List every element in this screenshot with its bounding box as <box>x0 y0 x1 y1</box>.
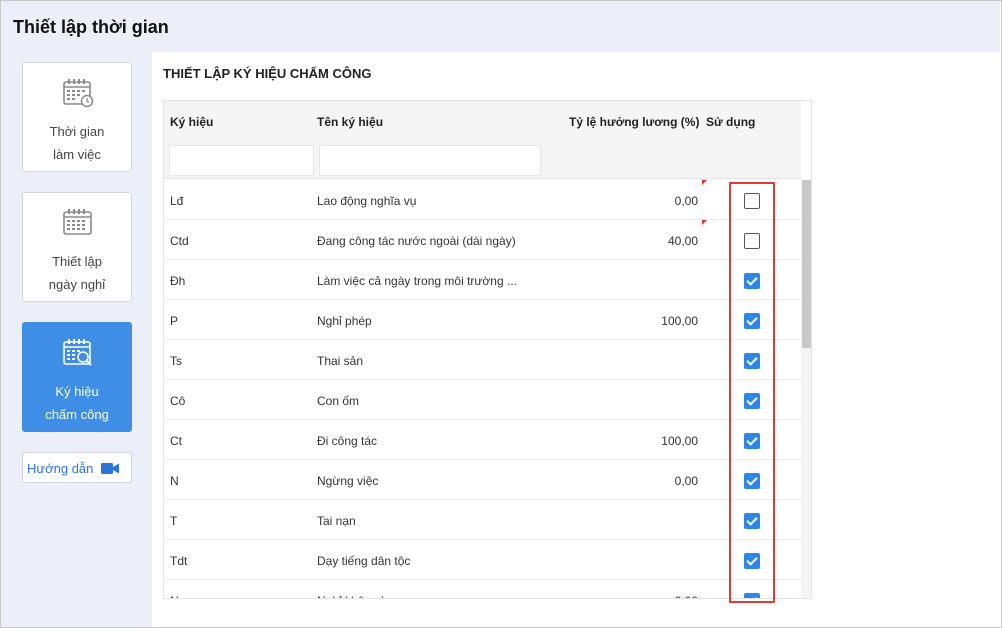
header-scroll-gap <box>801 101 811 179</box>
name-filter-input[interactable] <box>319 145 541 176</box>
table-header: Ký hiệu Tên ký hiệu Tỷ lệ hưởng lương (%… <box>164 101 801 179</box>
table-row[interactable]: Tdt Dạy tiếng dân tộc <box>164 540 801 580</box>
use-checkbox[interactable] <box>744 233 760 249</box>
table-row[interactable]: N Ngừng việc 0,00 <box>164 460 801 500</box>
use-checkbox[interactable] <box>744 353 760 369</box>
table-body: Lđ Lao động nghĩa vụ 0,00 Ctd Đang công tác … <box>164 180 801 598</box>
table-row[interactable]: P Nghỉ phép 100,00 <box>164 300 801 340</box>
use-checkbox[interactable] <box>744 193 760 209</box>
symbol-code: T <box>170 514 178 528</box>
symbol-name: Nghỉ phép <box>317 314 372 328</box>
calendar-icon <box>63 209 92 235</box>
table-row[interactable]: T Tai nạn <box>164 500 801 540</box>
symbol-name: Đi công tác <box>317 434 378 448</box>
table-row[interactable]: Đh Làm việc cả ngày trong môi trường ... <box>164 260 801 300</box>
symbol-name: Ngừng việc <box>317 474 379 488</box>
page-title: Thiết lập thời gian <box>13 17 169 37</box>
sidebar-item-timekeeping-symbols[interactable]: Ký hiệu chấm công <box>22 322 132 432</box>
symbol-name: Tai nạn <box>317 514 356 528</box>
sidebar-item-working-time[interactable]: Thời gian làm việc <box>22 62 132 172</box>
symbol-code: Ct <box>170 434 182 448</box>
calendar-clock-icon <box>63 79 94 108</box>
column-header-use[interactable]: Sử dụng <box>706 115 755 129</box>
symbol-code: Tdt <box>170 554 188 568</box>
symbol-code: Đh <box>170 274 186 288</box>
scrollbar-thumb[interactable] <box>802 180 811 348</box>
symbol-name: Làm việc cả ngày trong môi trường ... <box>317 274 517 288</box>
symbol-name: Thai sản <box>317 354 364 368</box>
pay-rate: 0,00 <box>674 474 698 488</box>
pay-rate: 100,00 <box>661 434 698 448</box>
symbols-table: Ký hiệu Tên ký hiệu Tỷ lệ hưởng lương (%… <box>163 100 812 599</box>
table-row[interactable]: Lđ Lao động nghĩa vụ 0,00 <box>164 180 801 220</box>
table-row[interactable]: Nơ Nghỉ không lương 0,00 <box>164 580 801 598</box>
guide-label: Hướng dẫn <box>27 461 94 476</box>
use-checkbox[interactable] <box>744 473 760 489</box>
symbol-code: Ctd <box>170 234 189 248</box>
symbol-code: Nơ <box>170 594 187 598</box>
edit-marker-icon <box>702 180 707 185</box>
sidebar-item-label: Thời gian làm việc <box>49 124 105 162</box>
pay-rate: 0,00 <box>675 594 698 598</box>
use-checkbox[interactable] <box>744 313 760 329</box>
code-filter-input[interactable] <box>169 145 314 176</box>
sidebar-item-label: Ký hiệu chấm công <box>45 384 109 422</box>
calendar-search-icon <box>63 339 92 366</box>
sidebar-item-label: Thiết lập ngày nghỉ <box>48 254 106 292</box>
symbol-code: Cô <box>170 394 186 408</box>
section-title: THIẾT LẬP KÝ HIỆU CHẤM CÔNG <box>163 66 372 81</box>
column-header-rate[interactable]: Tỷ lệ hưởng lương (%) <box>569 115 699 129</box>
use-checkbox[interactable] <box>744 433 760 449</box>
symbol-name: Dạy tiếng dân tộc <box>317 554 411 568</box>
sidebar-item-day-off-settings[interactable]: Thiết lập ngày nghỉ <box>22 192 132 302</box>
sidebar-divider <box>142 52 152 627</box>
guide-button[interactable]: Hướng dẫn <box>22 452 132 483</box>
column-header-code[interactable]: Ký hiệu <box>170 115 213 129</box>
symbol-code: Ts <box>170 354 182 368</box>
use-checkbox[interactable] <box>744 553 760 569</box>
table-row[interactable]: Ctd Đang công tác nước ngoài (dài ngày) 40… <box>164 220 801 260</box>
use-checkbox[interactable] <box>744 593 760 598</box>
pay-rate: 40,00 <box>667 234 698 248</box>
use-checkbox[interactable] <box>744 273 760 289</box>
use-checkbox[interactable] <box>744 393 760 409</box>
table-row[interactable]: Ts Thai sản <box>164 340 801 380</box>
symbol-code: N <box>170 474 179 488</box>
column-header-name[interactable]: Tên ký hiệu <box>317 115 383 129</box>
video-camera-icon <box>101 463 119 474</box>
symbol-name: Lao động nghĩa vụ <box>317 194 417 208</box>
pay-rate: 100,00 <box>661 314 698 328</box>
title-bar: Thiết lập thời gian <box>1 1 1000 52</box>
table-row[interactable]: Ct Đi công tác 100,00 <box>164 420 801 460</box>
symbol-code: P <box>170 314 179 328</box>
symbol-code: Lđ <box>170 194 184 208</box>
use-checkbox[interactable] <box>744 513 760 529</box>
table-row[interactable]: Cô Con ốm <box>164 380 801 420</box>
symbol-name: Con ốm <box>317 394 360 408</box>
symbol-name: Đang công tác nước ngoài (dài ngày) <box>317 234 516 248</box>
symbol-name: Nghỉ không lương <box>317 594 413 598</box>
edit-marker-icon <box>702 220 707 225</box>
pay-rate: 0,00 <box>674 194 698 208</box>
